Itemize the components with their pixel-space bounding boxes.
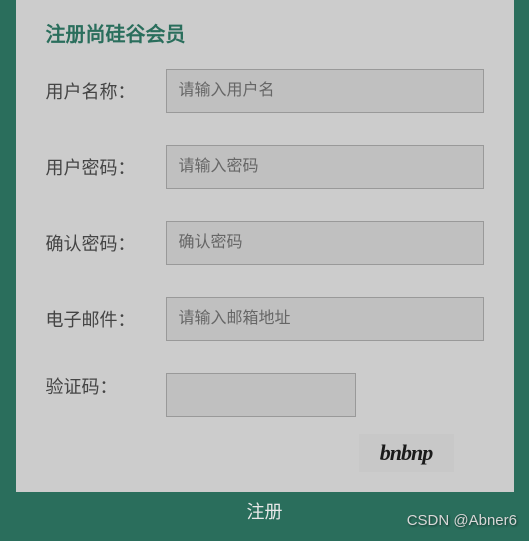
form-title: 注册尚硅谷会员 (46, 18, 484, 47)
email-row: 电子邮件： (46, 297, 484, 341)
email-input[interactable] (166, 297, 484, 341)
confirm-password-row: 确认密码： (46, 221, 484, 265)
username-label: 用户名称： (46, 78, 166, 104)
username-input[interactable] (166, 69, 484, 113)
register-button[interactable]: 注册 (16, 492, 514, 530)
password-input[interactable] (166, 145, 484, 189)
email-label: 电子邮件： (46, 306, 166, 332)
captcha-input[interactable] (166, 373, 356, 417)
captcha-row: 验证码： (46, 373, 484, 417)
captcha-image[interactable]: bnbnp (359, 434, 454, 472)
confirm-password-label: 确认密码： (46, 230, 166, 256)
register-form-panel: 注册尚硅谷会员 用户名称： 用户密码： 确认密码： 电子邮件： 验证码： bnb… (16, 0, 514, 492)
confirm-password-input[interactable] (166, 221, 484, 265)
captcha-label: 验证码： (46, 373, 166, 399)
password-row: 用户密码： (46, 145, 484, 189)
password-label: 用户密码： (46, 154, 166, 180)
username-row: 用户名称： (46, 69, 484, 113)
